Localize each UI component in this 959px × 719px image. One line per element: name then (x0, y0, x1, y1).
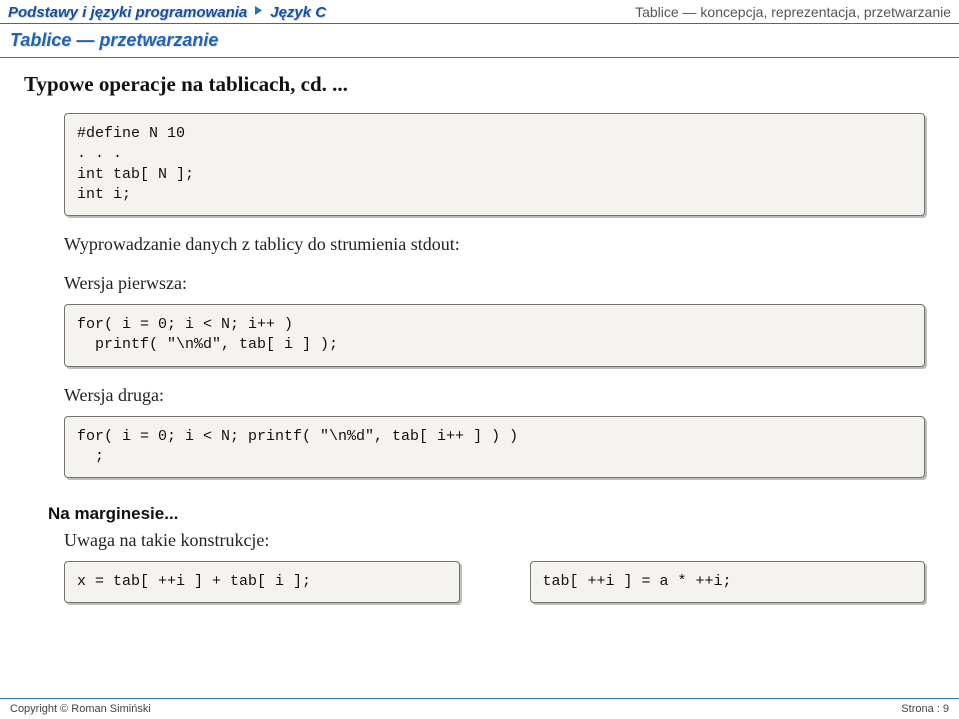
footer-page: Strona : 9 (901, 703, 949, 715)
code-block-warn2: tab[ ++i ] = a * ++i; (530, 561, 926, 603)
subheader-bar: Tablice — przetwarzanie (0, 24, 959, 58)
code-block-warn1: x = tab[ ++i ] + tab[ i ]; (64, 561, 460, 603)
footer-copyright: Copyright © Roman Simiński (10, 703, 151, 715)
code-block-defines: #define N 10 . . . int tab[ N ]; int i; (64, 113, 925, 216)
header-bar: Podstawy i języki programowania Język C … (0, 0, 959, 24)
margin-label: Na marginesie... (48, 504, 935, 524)
code-block-v1: for( i = 0; i < N; i++ ) printf( "\n%d",… (64, 304, 925, 367)
header-right: Tablice — koncepcja, reprezentacja, prze… (635, 4, 951, 20)
version1-label: Wersja pierwsza: (64, 273, 935, 294)
header-title-1: Podstawy i języki programowania (8, 4, 247, 21)
code-block-v2: for( i = 0; i < N; printf( "\n%d", tab[ … (64, 416, 925, 479)
desc-output: Wyprowadzanie danych z tablicy do strumi… (64, 234, 935, 255)
header-left: Podstawy i języki programowania Język C (8, 3, 326, 21)
content: Typowe operacje na tablicach, cd. ... #d… (0, 58, 959, 603)
code-pair: x = tab[ ++i ] + tab[ i ]; tab[ ++i ] = … (64, 561, 925, 603)
subheader-text: Tablice — przetwarzanie (10, 30, 218, 50)
arrow-right-icon (253, 3, 264, 21)
header-title-2: Język C (270, 4, 326, 21)
page-title: Typowe operacje na tablicach, cd. ... (24, 72, 935, 97)
version2-label: Wersja druga: (64, 385, 935, 406)
footer: Copyright © Roman Simiński Strona : 9 (0, 698, 959, 719)
margin-sub: Uwaga na takie konstrukcje: (64, 530, 935, 551)
